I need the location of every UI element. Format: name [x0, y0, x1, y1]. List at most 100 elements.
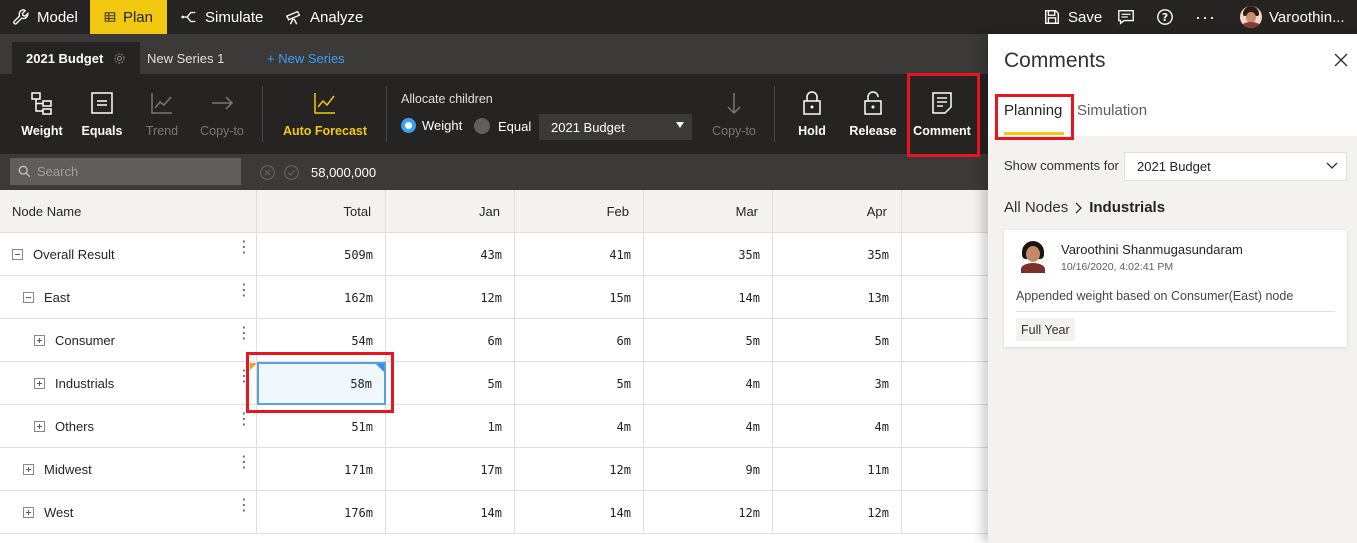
avatar: [1240, 6, 1262, 28]
series-tab-label: New Series 1: [147, 50, 225, 66]
node-name-cell: West ⋮: [0, 491, 257, 534]
value-cell[interactable]: 4m: [773, 405, 902, 448]
value-cell[interactable]: 14m: [515, 491, 644, 534]
value-cell[interactable]: 5m: [515, 362, 644, 405]
collapse-icon[interactable]: [12, 249, 23, 260]
arrow-down-icon: [727, 93, 741, 115]
value-cell[interactable]: 12m: [515, 448, 644, 491]
caret-down-icon: [676, 122, 684, 128]
table-row: Others ⋮ 51m 1m 4m 4m 4m: [0, 405, 988, 448]
weight-button[interactable]: Weight: [14, 74, 70, 154]
value-cell[interactable]: 15m: [515, 276, 644, 319]
row-menu-icon[interactable]: ⋮: [236, 369, 252, 385]
equals-button[interactable]: Equals: [76, 74, 128, 154]
value-cell[interactable]: 12m: [644, 491, 773, 534]
row-menu-icon[interactable]: ⋮: [236, 326, 252, 342]
value-cell[interactable]: 5m: [644, 319, 773, 362]
node-name: Midwest: [44, 462, 92, 477]
plan-tab[interactable]: Plan: [90, 0, 167, 34]
search-input[interactable]: Search: [10, 158, 241, 185]
value-cell[interactable]: 14m: [644, 276, 773, 319]
value-cell[interactable]: 162m: [257, 276, 386, 319]
expand-icon[interactable]: [23, 507, 34, 518]
node-name: West: [44, 505, 74, 520]
trend-button[interactable]: Trend: [136, 74, 188, 154]
simulate-tab[interactable]: Simulate: [180, 0, 263, 34]
expand-icon[interactable]: [34, 378, 45, 389]
more-options-icon[interactable]: ···: [1195, 0, 1216, 34]
value-cell[interactable]: 12m: [773, 491, 902, 534]
value-cell[interactable]: 17m: [386, 448, 515, 491]
equal-radio[interactable]: Equal: [474, 118, 531, 134]
value-cell[interactable]: 509m: [257, 233, 386, 276]
save-button[interactable]: Save: [1043, 0, 1102, 34]
breadcrumb-all-nodes[interactable]: All Nodes: [1004, 199, 1068, 216]
value-cell[interactable]: 12m: [386, 276, 515, 319]
row-menu-icon[interactable]: ⋮: [236, 240, 252, 256]
value-cell[interactable]: 14m: [386, 491, 515, 534]
chevron-right-icon: [1075, 202, 1083, 213]
column-header-node-name[interactable]: Node Name: [0, 190, 257, 233]
series-tab-2021-budget[interactable]: 2021 Budget: [12, 42, 141, 74]
row-menu-icon[interactable]: ⋮: [236, 455, 252, 471]
show-comments-for-dropdown[interactable]: 2021 Budget: [1124, 152, 1347, 181]
value-cell[interactable]: 1m: [386, 405, 515, 448]
copy-to-down-button[interactable]: Copy-to: [708, 74, 760, 154]
ribbon-divider: [262, 86, 263, 142]
row-menu-icon[interactable]: ⋮: [236, 283, 252, 299]
cancel-edit-icon[interactable]: [259, 164, 276, 181]
equal-radio-label: Equal: [498, 118, 532, 134]
row-menu-icon[interactable]: ⋮: [236, 498, 252, 514]
hold-button[interactable]: Hold: [788, 74, 836, 154]
value-cell[interactable]: 13m: [773, 276, 902, 319]
close-icon[interactable]: [1334, 53, 1348, 67]
expand-icon[interactable]: [23, 464, 34, 475]
value-cell[interactable]: 43m: [386, 233, 515, 276]
value-cell[interactable]: 5m: [773, 319, 902, 362]
tab-simulation[interactable]: Simulation: [1077, 102, 1147, 119]
copy-to-button[interactable]: Copy-to: [194, 74, 250, 154]
value-cell[interactable]: 35m: [773, 233, 902, 276]
user-menu[interactable]: Varoothin...: [1240, 0, 1345, 34]
gear-icon[interactable]: [113, 52, 126, 65]
expand-icon[interactable]: [34, 335, 45, 346]
release-button[interactable]: Release: [846, 74, 900, 154]
series-dropdown[interactable]: 2021 Budget: [539, 114, 692, 140]
equals-icon: [91, 92, 113, 114]
row-menu-icon[interactable]: ⋮: [236, 412, 252, 428]
collapse-icon[interactable]: [23, 292, 34, 303]
value-cell[interactable]: 9m: [644, 448, 773, 491]
value-cell[interactable]: 6m: [386, 319, 515, 362]
column-header-apr[interactable]: Apr: [773, 190, 902, 233]
column-header-total[interactable]: Total: [257, 190, 386, 233]
value-cell[interactable]: 35m: [644, 233, 773, 276]
value-cell[interactable]: 11m: [773, 448, 902, 491]
expand-icon[interactable]: [34, 421, 45, 432]
series-tab-new-series-1[interactable]: New Series 1: [133, 42, 238, 74]
node-name-cell: Midwest ⋮: [0, 448, 257, 491]
value-cell[interactable]: 6m: [515, 319, 644, 362]
column-header-feb[interactable]: Feb: [515, 190, 644, 233]
value-cell[interactable]: 41m: [515, 233, 644, 276]
table-row: West ⋮ 176m 14m 14m 12m 12m: [0, 491, 988, 534]
help-button[interactable]: ?: [1156, 0, 1174, 34]
auto-forecast-button[interactable]: Auto Forecast: [280, 74, 370, 154]
weight-radio[interactable]: Weight: [401, 118, 462, 133]
value-cell[interactable]: 5m: [386, 362, 515, 405]
model-tab[interactable]: Model: [12, 0, 78, 34]
add-series-button[interactable]: + New Series: [253, 42, 359, 74]
value-cell[interactable]: 4m: [515, 405, 644, 448]
cell-value-display: 58,000,000: [311, 165, 377, 180]
value-cell[interactable]: 176m: [257, 491, 386, 534]
column-header-jan[interactable]: Jan: [386, 190, 515, 233]
trend-label: Trend: [145, 124, 179, 138]
value-cell[interactable]: 171m: [257, 448, 386, 491]
analyze-tab[interactable]: Analyze: [285, 0, 363, 34]
comments-toggle-button[interactable]: [1117, 0, 1135, 34]
value-cell[interactable]: 3m: [773, 362, 902, 405]
column-header-mar[interactable]: Mar: [644, 190, 773, 233]
value-cell[interactable]: 4m: [644, 405, 773, 448]
table-row: Overall Result ⋮ 509m 43m 41m 35m 35m: [0, 233, 988, 276]
value-cell[interactable]: 4m: [644, 362, 773, 405]
confirm-edit-icon[interactable]: [283, 164, 300, 181]
